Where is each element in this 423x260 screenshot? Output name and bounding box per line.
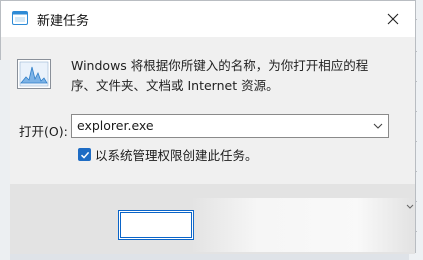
chevron-down-icon[interactable]	[372, 118, 384, 134]
description-text: Windows 将根据你所键入的名称，为你打开相应的程序、文件夹、文档或 Int…	[71, 58, 369, 93]
admin-checkbox-label: 以系统管理权限创建此任务。	[95, 148, 258, 163]
obscured-buttons-area	[191, 198, 413, 252]
task-icon	[12, 11, 28, 25]
admin-checkbox-row[interactable]: 以系统管理权限创建此任务。	[78, 145, 258, 164]
monitor-chart-icon	[17, 59, 51, 89]
dialog-body: Windows 将根据你所键入的名称，为你打开相应的程序、文件夹、文档或 Int…	[1, 37, 415, 184]
button-bar	[1, 184, 415, 254]
close-button[interactable]	[371, 1, 415, 37]
open-combobox[interactable]: explorer.exe	[71, 114, 389, 138]
ok-button[interactable]	[118, 210, 194, 240]
open-label: 打开(O):	[19, 124, 68, 139]
open-input[interactable]: explorer.exe	[77, 118, 154, 133]
chevron-down-icon	[406, 204, 414, 209]
run-dialog: 新建任务 Windows 将根据你所键入的名称，为你打开相应的程序、文件夹、文档…	[0, 0, 416, 254]
background-window-left-edge	[0, 60, 10, 260]
title-bar: 新建任务	[1, 1, 415, 37]
close-icon	[387, 13, 399, 25]
checkmark-icon	[80, 151, 89, 159]
admin-checkbox[interactable]	[78, 148, 91, 161]
window-title: 新建任务	[37, 14, 90, 29]
